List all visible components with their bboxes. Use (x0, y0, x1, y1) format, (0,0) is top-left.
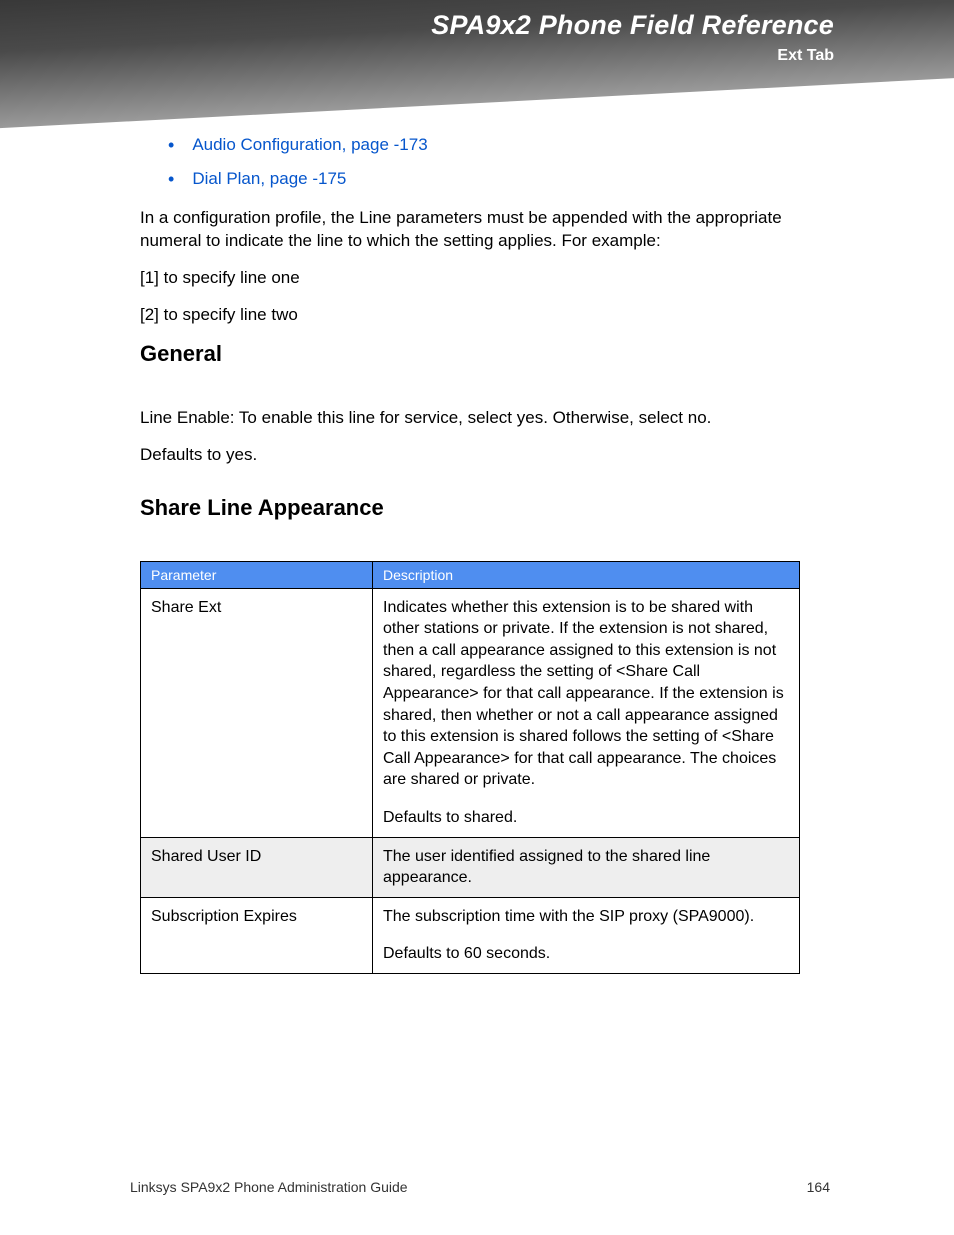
general-default: Defaults to yes. (140, 444, 820, 467)
cross-ref-link[interactable]: Audio Configuration, page -173 (192, 135, 427, 155)
cell-desc: The subscription time with the SIP proxy… (373, 897, 800, 973)
desc-text: The user identified assigned to the shar… (383, 848, 710, 887)
list-item: • Dial Plan, page -175 (168, 169, 820, 189)
content-area: • Audio Configuration, page -173 • Dial … (140, 135, 820, 974)
desc-text: Indicates whether this extension is to b… (383, 599, 784, 789)
page-subtitle: Ext Tab (431, 47, 834, 65)
example-line: [2] to specify line two (140, 304, 820, 327)
table-row: Shared User ID The user identified assig… (141, 837, 800, 897)
desc-default: Defaults to shared. (383, 807, 789, 829)
header-text-block: SPA9x2 Phone Field Reference Ext Tab (431, 10, 834, 65)
table-header-row: Parameter Description (141, 561, 800, 588)
cell-param: Share Ext (141, 588, 373, 837)
cell-param: Shared User ID (141, 837, 373, 897)
page: SPA9x2 Phone Field Reference Ext Tab • A… (0, 0, 954, 1235)
table-row: Subscription Expires The subscription ti… (141, 897, 800, 973)
cell-desc: Indicates whether this extension is to b… (373, 588, 800, 837)
desc-text: The subscription time with the SIP proxy… (383, 908, 754, 925)
col-header-parameter: Parameter (141, 561, 373, 588)
page-footer: Linksys SPA9x2 Phone Administration Guid… (130, 1179, 830, 1195)
footer-guide-name: Linksys SPA9x2 Phone Administration Guid… (130, 1179, 408, 1195)
desc-default: Defaults to 60 seconds. (383, 943, 789, 965)
list-item: • Audio Configuration, page -173 (168, 135, 820, 155)
footer-page-number: 164 (807, 1179, 830, 1195)
parameter-table: Parameter Description Share Ext Indicate… (140, 561, 800, 974)
section-heading-sla: Share Line Appearance (140, 495, 820, 521)
table-row: Share Ext Indicates whether this extensi… (141, 588, 800, 837)
bullet-icon: • (168, 136, 174, 154)
cell-desc: The user identified assigned to the shar… (373, 837, 800, 897)
link-list: • Audio Configuration, page -173 • Dial … (168, 135, 820, 189)
col-header-description: Description (373, 561, 800, 588)
intro-paragraph: In a configuration profile, the Line par… (140, 207, 820, 253)
section-heading-general: General (140, 341, 820, 367)
bullet-icon: • (168, 170, 174, 188)
example-line: [1] to specify line one (140, 267, 820, 290)
cross-ref-link[interactable]: Dial Plan, page -175 (192, 169, 346, 189)
general-paragraph: Line Enable: To enable this line for ser… (140, 407, 820, 430)
page-title: SPA9x2 Phone Field Reference (431, 10, 834, 41)
cell-param: Subscription Expires (141, 897, 373, 973)
